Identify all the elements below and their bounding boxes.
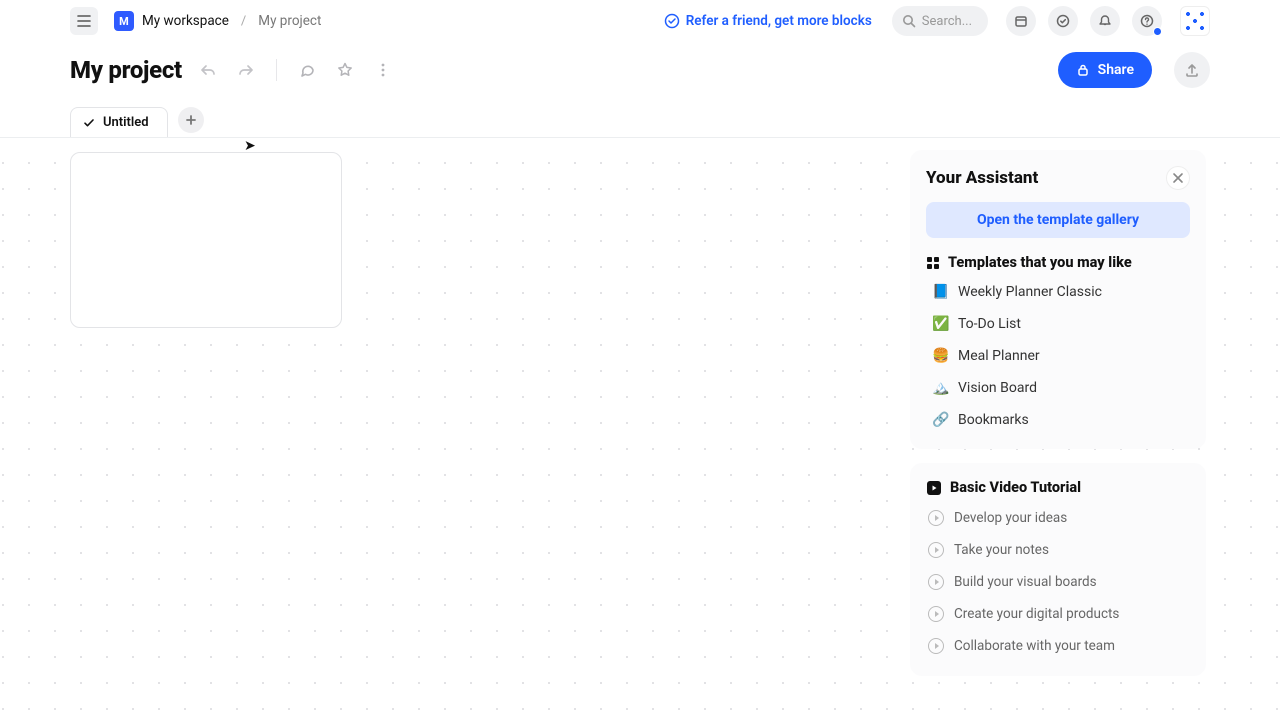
search-icon: [902, 14, 916, 28]
assistant-card: Your Assistant Open the template gallery…: [910, 150, 1206, 449]
assistant-title: Your Assistant: [926, 168, 1038, 188]
add-tab-button[interactable]: [178, 107, 204, 133]
video-digital-products[interactable]: Create your digital products: [926, 602, 1190, 626]
play-icon: [928, 574, 944, 590]
play-icon: [928, 638, 944, 654]
video-collaborate[interactable]: Collaborate with your team: [926, 634, 1190, 658]
avatar[interactable]: [1180, 6, 1210, 36]
tab-untitled[interactable]: Untitled: [70, 107, 168, 137]
share-label: Share: [1098, 62, 1134, 78]
undo-icon: [199, 61, 217, 79]
tasks-button[interactable]: [1048, 6, 1078, 36]
redo-button[interactable]: [234, 58, 258, 82]
help-icon: [1140, 14, 1154, 28]
comments-button[interactable]: [295, 58, 319, 82]
video-visual-boards[interactable]: Build your visual boards: [926, 570, 1190, 594]
search-placeholder: Search...: [922, 14, 972, 29]
search-input[interactable]: Search...: [892, 6, 988, 36]
template-weekly-planner[interactable]: 📘Weekly Planner Classic: [930, 281, 1190, 303]
video-heading: Basic Video Tutorial: [926, 479, 1190, 496]
breadcrumb-workspace[interactable]: My workspace: [142, 13, 229, 29]
lock-icon: [1076, 63, 1090, 77]
dots-vertical-icon: [375, 62, 391, 78]
undo-button[interactable]: [196, 58, 220, 82]
video-tutorial-card: Basic Video Tutorial Develop your ideas …: [910, 463, 1206, 676]
titlebar: My project Share: [0, 42, 1280, 98]
play-icon: [928, 542, 944, 558]
bell-icon: [1098, 14, 1112, 28]
check-icon: [83, 117, 95, 129]
video-develop-ideas[interactable]: Develop your ideas: [926, 506, 1190, 530]
video-list: Develop your ideas Take your notes Build…: [926, 506, 1190, 658]
breadcrumb-separator: /: [241, 14, 246, 29]
play-icon: [928, 510, 944, 526]
gift-icon: [664, 13, 680, 29]
note-card[interactable]: [70, 152, 342, 328]
chat-icon: [298, 61, 316, 79]
tab-label: Untitled: [103, 115, 149, 130]
assistant-panel: Your Assistant Open the template gallery…: [910, 150, 1206, 676]
close-icon: [1172, 172, 1184, 184]
open-template-gallery-button[interactable]: Open the template gallery: [926, 202, 1190, 238]
check-circle-icon: [1056, 14, 1070, 28]
grid-icon: [926, 256, 940, 270]
template-todo-list[interactable]: ✅To-Do List: [930, 313, 1190, 335]
tabstrip: Untitled: [0, 98, 1280, 138]
separator: [276, 59, 277, 81]
play-square-icon: [926, 480, 942, 496]
breadcrumb-project: My project: [258, 13, 321, 29]
menu-toggle[interactable]: [70, 7, 98, 35]
redo-icon: [237, 61, 255, 79]
more-button[interactable]: [371, 58, 395, 82]
notifications-button[interactable]: [1090, 6, 1120, 36]
page-title: My project: [70, 56, 182, 84]
plus-icon: [185, 114, 197, 126]
template-bookmarks[interactable]: 🔗Bookmarks: [930, 409, 1190, 431]
calendar-button[interactable]: [1006, 6, 1036, 36]
refer-label: Refer a friend, get more blocks: [686, 13, 872, 29]
canvas[interactable]: ➤ Your Assistant Open the template galle…: [0, 138, 1280, 722]
video-take-notes[interactable]: Take your notes: [926, 538, 1190, 562]
topbar: M My workspace / My project Refer a frie…: [0, 0, 1280, 42]
close-assistant-button[interactable]: [1166, 166, 1190, 190]
template-meal-planner[interactable]: 🍔Meal Planner: [930, 345, 1190, 367]
share-button[interactable]: Share: [1058, 52, 1152, 88]
refer-link[interactable]: Refer a friend, get more blocks: [664, 13, 872, 29]
upload-icon: [1184, 62, 1200, 78]
favorite-button[interactable]: [333, 58, 357, 82]
export-button[interactable]: [1174, 52, 1210, 88]
templates-list: 📘Weekly Planner Classic ✅To-Do List 🍔Mea…: [926, 281, 1190, 431]
star-icon: [336, 61, 354, 79]
templates-heading: Templates that you may like: [926, 254, 1190, 271]
template-vision-board[interactable]: 🏔️Vision Board: [930, 377, 1190, 399]
help-button[interactable]: [1132, 6, 1162, 36]
play-icon: [928, 606, 944, 622]
calendar-icon: [1014, 14, 1028, 28]
notification-dot: [1153, 27, 1162, 36]
workspace-badge[interactable]: M: [114, 11, 134, 31]
